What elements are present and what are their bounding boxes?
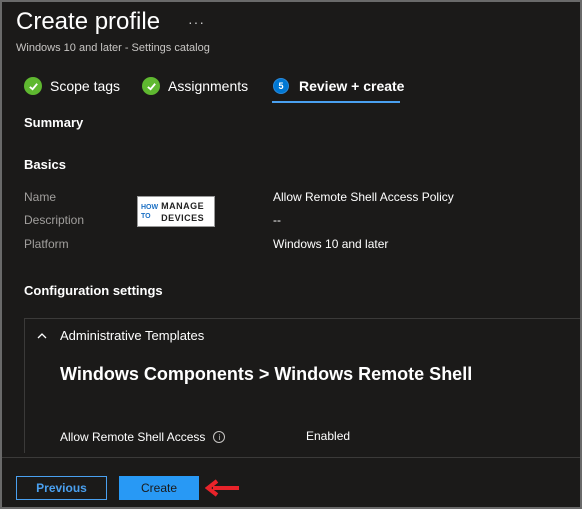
platform-value: Windows 10 and later <box>273 237 389 251</box>
setting-name: Allow Remote Shell Access i <box>60 430 226 444</box>
active-tab-indicator <box>272 101 400 103</box>
step-label: Review + create <box>299 78 405 94</box>
footer-bar: Previous Create <box>2 457 580 507</box>
red-arrow-icon <box>205 479 239 497</box>
name-label: Name <box>24 190 57 204</box>
name-value: Allow Remote Shell Access Policy <box>273 190 454 204</box>
basics-heading: Basics <box>24 157 66 172</box>
page-title: Create profile <box>16 8 161 35</box>
step-number-badge: 5 <box>273 78 289 94</box>
description-value: -- <box>273 213 281 227</box>
accordion-label: Administrative Templates <box>60 328 205 343</box>
category-title: Windows Components > Windows Remote Shel… <box>60 364 473 384</box>
previous-button[interactable]: Previous <box>16 476 107 500</box>
administrative-templates-accordion[interactable]: Administrative Templates <box>36 328 204 343</box>
description-label: Description <box>24 213 85 227</box>
create-profile-panel: Create profile ··· Windows 10 and later … <box>0 0 582 509</box>
checkmark-icon <box>24 77 42 95</box>
create-button[interactable]: Create <box>119 476 199 500</box>
tab-review-create[interactable]: 5 Review + create <box>273 74 404 98</box>
step-label: Assignments <box>168 78 249 94</box>
setting-value: Enabled <box>306 429 351 443</box>
tab-scope-tags[interactable]: Scope tags <box>24 74 120 98</box>
watermark-logo: HOW TO MANAGE DEVICES <box>137 196 215 227</box>
configuration-settings-heading: Configuration settings <box>24 283 163 298</box>
divider <box>24 318 25 453</box>
summary-heading: Summary <box>24 115 84 130</box>
step-label: Scope tags <box>50 78 121 94</box>
info-icon[interactable]: i <box>213 431 226 443</box>
page-subtitle: Windows 10 and later - Settings catalog <box>16 42 210 54</box>
platform-label: Platform <box>24 237 69 251</box>
chevron-up-icon <box>37 332 47 338</box>
checkmark-icon <box>142 77 160 95</box>
more-options-icon[interactable]: ··· <box>188 14 205 30</box>
divider <box>24 318 580 319</box>
tab-assignments[interactable]: Assignments <box>142 74 248 98</box>
